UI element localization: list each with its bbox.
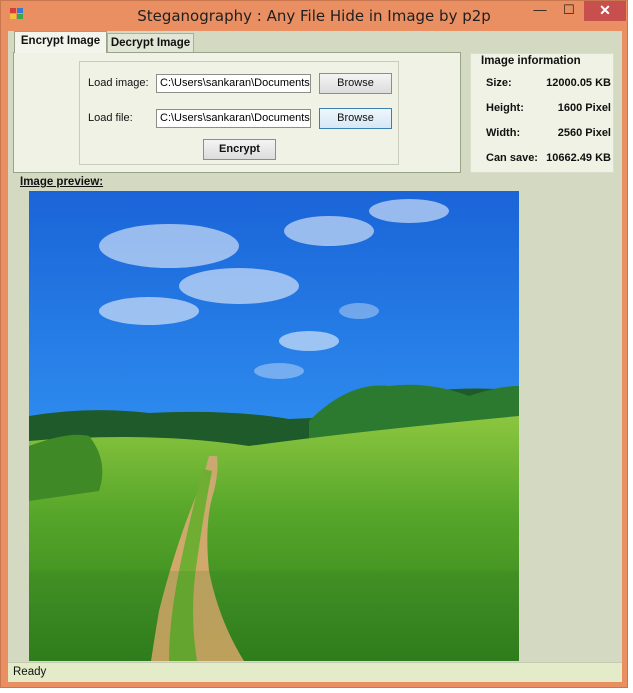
load-image-path-input[interactable]: C:\Users\sankaran\Documents <box>156 74 311 93</box>
image-information-group: Image information Size: 12000.05 KB Heig… <box>470 53 614 173</box>
width-label: Width: <box>486 127 521 139</box>
tab-decrypt-image[interactable]: Decrypt Image <box>107 33 194 53</box>
width-value: 2560 Pixel <box>557 127 611 139</box>
maximize-button[interactable]: ☐ <box>555 1 583 21</box>
can-save-value: 10662.49 KB <box>546 152 611 164</box>
can-save-label: Can save: <box>486 152 538 164</box>
encrypt-button[interactable]: Encrypt <box>203 139 276 160</box>
title-bar[interactable]: Steganography : Any File Hide in Image b… <box>1 1 627 31</box>
browse-file-button[interactable]: Browse <box>319 108 392 129</box>
encrypt-tab-panel: Load image: C:\Users\sankaran\Documents … <box>13 52 461 173</box>
close-button[interactable]: ✕ <box>584 1 626 21</box>
status-bar: Ready <box>8 662 622 682</box>
encrypt-group: Load image: C:\Users\sankaran\Documents … <box>79 61 399 165</box>
main-window: Steganography : Any File Hide in Image b… <box>0 0 628 688</box>
tab-encrypt-image[interactable]: Encrypt Image <box>14 31 107 53</box>
image-preview <box>29 191 519 661</box>
size-value: 12000.05 KB <box>546 77 611 89</box>
load-file-label: Load file: <box>88 112 133 124</box>
height-value: 1600 Pixel <box>557 102 611 114</box>
minimize-button[interactable]: — <box>525 1 555 21</box>
client-area: Encrypt Image Decrypt Image Load image: … <box>8 31 622 682</box>
size-label: Size: <box>486 77 512 89</box>
load-image-label: Load image: <box>88 77 149 89</box>
image-preview-label: Image preview: <box>20 176 104 188</box>
browse-image-button[interactable]: Browse <box>319 73 392 94</box>
height-label: Height: <box>486 102 524 114</box>
load-file-path-input[interactable]: C:\Users\sankaran\Documents <box>156 109 311 128</box>
image-information-title: Image information <box>479 55 583 67</box>
